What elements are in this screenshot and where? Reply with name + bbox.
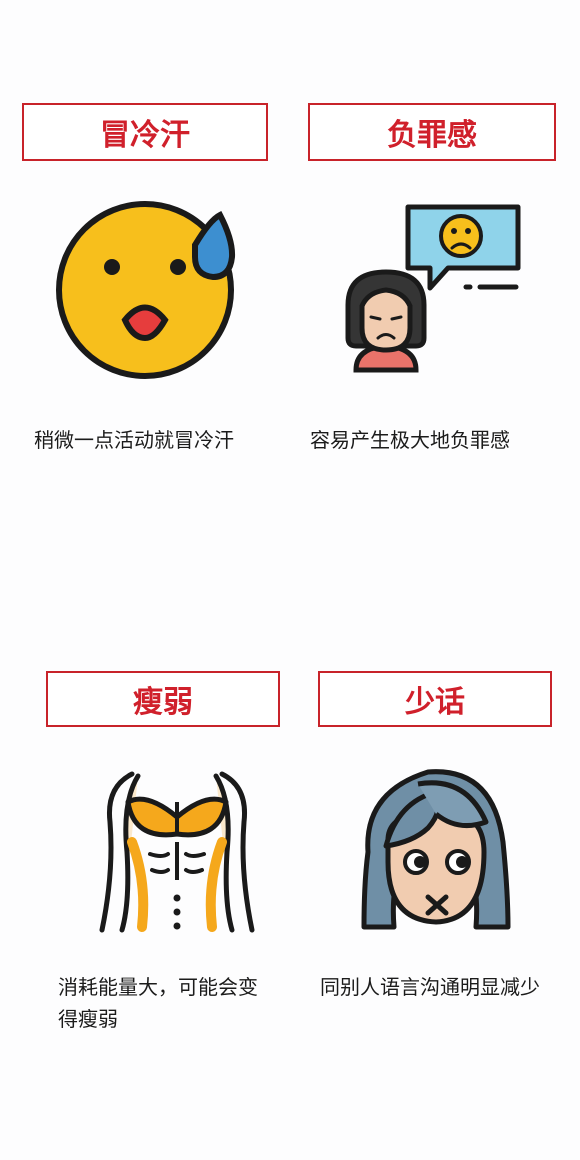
card-title: 瘦弱 bbox=[46, 671, 280, 727]
card-description: 容易产生极大地负罪感 bbox=[310, 428, 510, 452]
card-title: 少话 bbox=[318, 671, 552, 727]
sweating-face-icon bbox=[56, 201, 236, 379]
card-description: 同别人语言沟通明显减少 bbox=[320, 975, 540, 999]
thin-torso-ribs-icon bbox=[99, 771, 255, 933]
card-title: 负罪感 bbox=[308, 103, 556, 161]
card-description: 稍微一点活动就冒冷汗 bbox=[34, 428, 234, 452]
card-description: 消耗能量大，可能会变得瘦弱 bbox=[58, 975, 258, 1031]
woman-mouth-sealed-icon bbox=[361, 769, 511, 930]
guilty-woman-with-sad-speech-bubble-icon bbox=[345, 204, 521, 373]
card-title: 冒冷汗 bbox=[22, 103, 268, 161]
